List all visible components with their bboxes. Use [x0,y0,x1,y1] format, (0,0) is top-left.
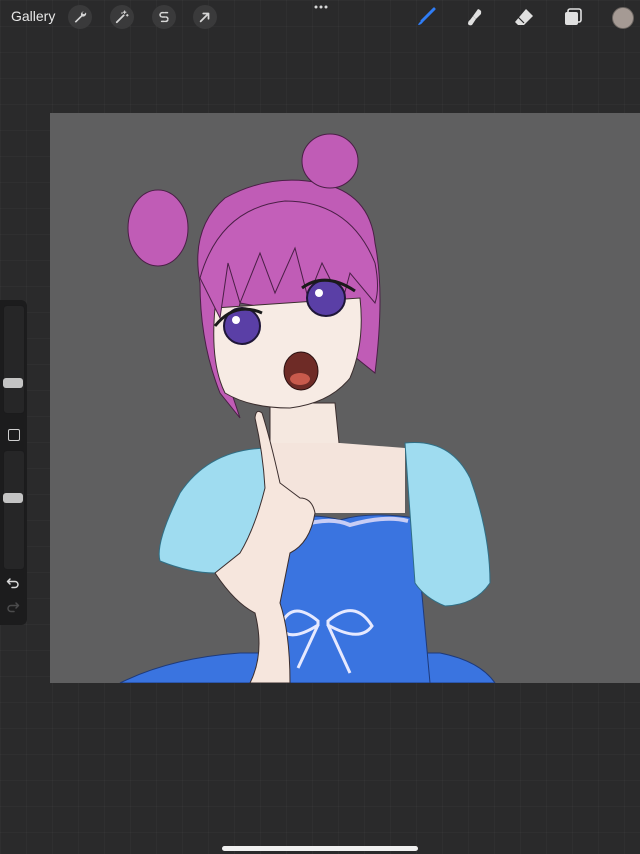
adjustments-button[interactable] [110,5,134,29]
arrow-cursor-icon [199,12,210,23]
left-sidebar [0,300,27,625]
smudge-icon [468,9,482,26]
opacity-slider[interactable] [3,450,25,570]
layers-button[interactable] [560,5,586,29]
eraser-tool-button[interactable] [511,5,537,29]
actions-button[interactable] [68,5,92,29]
drawing-canvas[interactable] [50,113,640,683]
square-modify-icon[interactable] [8,429,20,441]
home-indicator[interactable] [222,846,418,851]
selection-s-icon [159,11,169,23]
eraser-icon [515,9,533,25]
drawing-illustration [50,113,640,683]
selection-button[interactable] [152,5,176,29]
brush-size-slider-thumb[interactable] [3,377,23,388]
magic-wand-icon [115,10,129,24]
opacity-slider-thumb[interactable] [3,493,23,504]
top-toolbar: Gallery [0,0,640,34]
smudge-tool-button[interactable] [462,5,488,29]
color-picker-button[interactable] [612,7,634,29]
brush-tool-button[interactable] [413,5,439,29]
wrench-icon [74,11,87,23]
layers-icon [565,8,582,25]
redo-icon[interactable] [6,600,20,614]
transform-button[interactable] [193,5,217,29]
brush-icon [418,7,436,25]
gallery-button[interactable]: Gallery [11,8,55,24]
undo-icon[interactable] [6,576,20,590]
more-dots-icon[interactable] [313,2,329,12]
brush-size-slider[interactable] [3,305,25,414]
